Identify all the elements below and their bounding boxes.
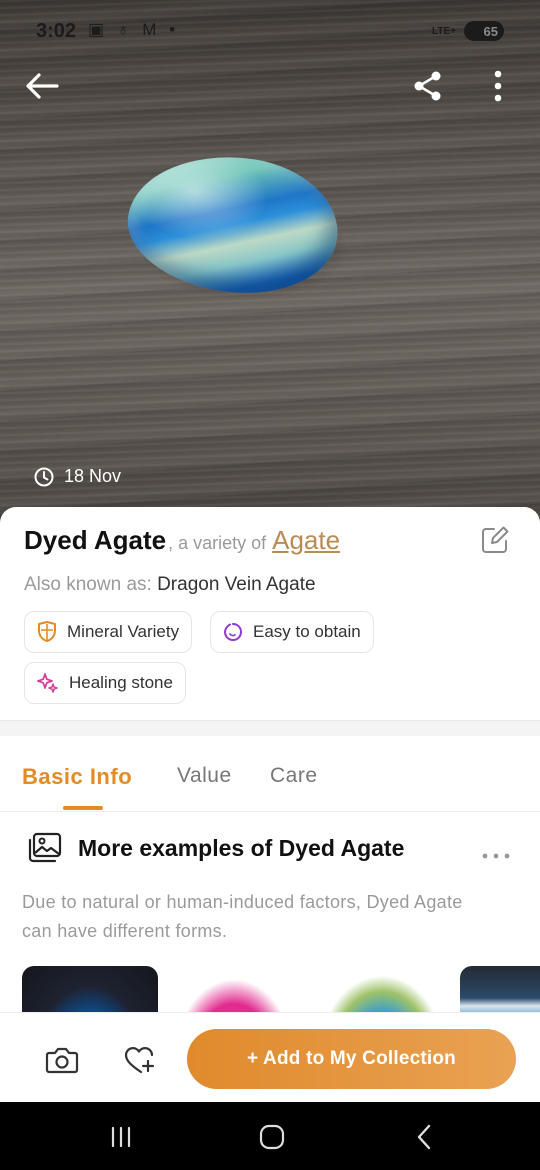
status-right: LTE+ 65 bbox=[432, 21, 504, 41]
share-icon bbox=[414, 71, 441, 101]
bottom-action-bar: + Add to My Collection bbox=[0, 1012, 540, 1102]
example-thumbnail[interactable] bbox=[460, 966, 540, 1012]
gem-icon bbox=[223, 623, 243, 642]
section-title: More examples of Dyed Agate bbox=[78, 834, 405, 861]
aka-label: Also known as: bbox=[24, 574, 152, 595]
tab-care[interactable]: Care bbox=[270, 764, 318, 788]
recent-apps-icon bbox=[111, 1126, 131, 1148]
section-more-button[interactable] bbox=[482, 846, 510, 859]
example-thumbnail[interactable] bbox=[314, 966, 450, 1012]
home-button[interactable] bbox=[257, 1122, 287, 1152]
edit-button[interactable] bbox=[480, 525, 510, 555]
shield-icon bbox=[38, 621, 56, 642]
clock-icon bbox=[34, 467, 54, 486]
edit-icon bbox=[482, 526, 509, 553]
network-indicator: LTE+ bbox=[432, 25, 456, 37]
examples-carousel bbox=[0, 966, 540, 1012]
hero-image: 3:02 ▣ ♁ M • LTE+ 65 18 Nov bbox=[0, 0, 540, 530]
photo-date: 18 Nov bbox=[34, 466, 121, 487]
back-button[interactable] bbox=[20, 64, 64, 108]
more-menu-button[interactable] bbox=[476, 64, 520, 108]
chip-label: Healing stone bbox=[69, 673, 173, 692]
example-thumbnail[interactable] bbox=[22, 966, 158, 1012]
aka-value: Dragon Vein Agate bbox=[157, 574, 316, 595]
recent-apps-button[interactable] bbox=[106, 1122, 136, 1152]
chip-easy-to-obtain[interactable]: Easy to obtain bbox=[210, 611, 374, 653]
variety-prefix: , a variety of bbox=[168, 533, 267, 553]
also-known-as: Also known as: Dragon Vein Agate bbox=[24, 574, 316, 596]
battery-icon: 65 bbox=[464, 21, 504, 41]
section-divider bbox=[0, 720, 540, 736]
info-card: Dyed Agate , a variety of Agate Also kno… bbox=[0, 507, 540, 720]
example-thumbnail[interactable] bbox=[166, 966, 302, 1012]
nav-back-button[interactable] bbox=[409, 1122, 439, 1152]
title-row: Dyed Agate , a variety of Agate bbox=[24, 525, 340, 556]
camera-button[interactable] bbox=[45, 1045, 81, 1077]
tab-basic-info[interactable]: Basic Info bbox=[22, 764, 132, 790]
chip-healing-stone[interactable]: Healing stone bbox=[24, 662, 186, 704]
home-icon bbox=[259, 1124, 285, 1150]
status-bar: 3:02 ▣ ♁ M • LTE+ 65 bbox=[0, 14, 540, 50]
chevron-left-icon bbox=[417, 1124, 431, 1150]
arrow-left-icon bbox=[26, 73, 59, 99]
heart-plus-icon bbox=[124, 1047, 155, 1074]
status-time: 3:02 bbox=[36, 20, 77, 42]
tab-bar: Basic Info Value Care bbox=[0, 736, 540, 812]
more-horizontal-icon bbox=[482, 853, 510, 859]
stone-name: Dyed Agate bbox=[24, 525, 167, 555]
tab-value[interactable]: Value bbox=[177, 764, 232, 788]
status-notification-icons: ▣ ♁ M • bbox=[88, 20, 179, 40]
section-header: More examples of Dyed Agate bbox=[28, 832, 404, 864]
active-tab-indicator bbox=[63, 806, 103, 810]
variety-link[interactable]: Agate bbox=[272, 525, 340, 556]
chip-mineral-variety[interactable]: Mineral Variety bbox=[24, 611, 193, 653]
sparkles-icon bbox=[37, 673, 58, 693]
section-description: Due to natural or human-induced factors,… bbox=[22, 892, 463, 941]
favorite-button[interactable] bbox=[124, 1045, 160, 1077]
chip-label: Easy to obtain bbox=[253, 622, 361, 641]
notification-icons: ▣ ♁ M • bbox=[88, 20, 180, 39]
chip-label: Mineral Variety bbox=[67, 622, 180, 641]
gallery-icon bbox=[28, 832, 62, 863]
camera-icon bbox=[45, 1047, 79, 1074]
battery-level: 65 bbox=[483, 23, 498, 39]
system-nav-bar bbox=[0, 1102, 540, 1170]
more-vertical-icon bbox=[494, 70, 502, 102]
date-text: 18 Nov bbox=[64, 466, 122, 486]
share-button[interactable] bbox=[406, 64, 450, 108]
add-to-collection-button[interactable]: + Add to My Collection bbox=[187, 1029, 516, 1089]
